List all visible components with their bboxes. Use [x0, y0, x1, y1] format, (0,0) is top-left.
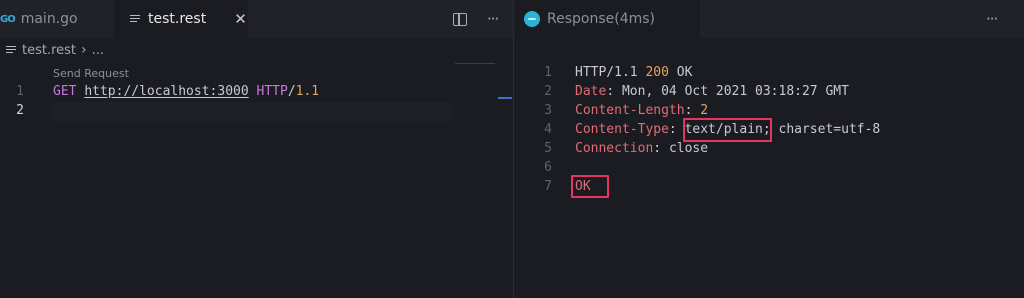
- more-actions-icon[interactable]: ···: [986, 10, 998, 28]
- header-value: 2: [700, 103, 709, 118]
- tab-main-go[interactable]: GO main.go: [0, 0, 113, 38]
- left-tab-bar: GO main.go test.rest ✕ ···: [0, 0, 513, 38]
- line-number: 1: [544, 65, 552, 80]
- breadcrumb-file[interactable]: test.rest: [22, 43, 76, 58]
- header-colon: :: [606, 84, 622, 99]
- split-editor-icon[interactable]: [453, 12, 467, 26]
- http-method: GET: [53, 84, 77, 99]
- status-code: 200: [645, 65, 669, 80]
- more-actions-icon[interactable]: ···: [487, 10, 499, 28]
- header-name: Content-Length: [575, 103, 685, 118]
- status-protocol: HTTP/1.1: [575, 65, 638, 80]
- line-number: 4: [544, 122, 552, 137]
- right-editor-pane: Response(4ms) ··· 1 2 3 4 5 6 7 HTTP/1.1…: [514, 0, 1024, 298]
- left-editor-actions: ···: [453, 0, 499, 38]
- header-value: close: [668, 141, 709, 156]
- http-protocol: HTTP: [256, 84, 288, 99]
- overview-ruler-mark: [498, 97, 512, 99]
- line-number: 1: [16, 84, 24, 99]
- content-type-charset: charset=utf-8: [770, 122, 881, 137]
- breadcrumb-chevron-icon: ›: [81, 42, 87, 58]
- header-line: Date: Mon, 04 Oct 2021 03:18:27 GMT: [575, 84, 849, 99]
- header-name: Date: [575, 84, 607, 99]
- status-line: HTTP/1.1 200 OK: [575, 65, 692, 80]
- header-name: Connection: [575, 141, 654, 156]
- left-editor-pane: GO main.go test.rest ✕ ··· test.rest › .…: [0, 0, 513, 298]
- header-line: Connection: close: [575, 141, 708, 156]
- line-number: 3: [544, 103, 552, 118]
- line-number: 6: [544, 160, 552, 175]
- content-type-highlight-box: [683, 118, 772, 142]
- go-file-icon: GO: [0, 13, 16, 25]
- header-value: Mon, 04 Oct 2021 03:18:27 GMT: [621, 84, 849, 99]
- http-version: 1.1: [295, 84, 320, 99]
- rest-file-icon: [130, 14, 140, 24]
- response-body-highlight-box: [571, 175, 609, 198]
- tab-label: Response(4ms): [547, 11, 656, 27]
- line-number: 5: [544, 141, 552, 156]
- header-colon: :: [684, 103, 701, 118]
- send-request-codelens[interactable]: Send Request: [53, 67, 129, 80]
- right-editor-actions: ···: [986, 0, 998, 38]
- breadcrumb-more[interactable]: ...: [92, 43, 104, 58]
- minimap-indicator: [455, 63, 495, 64]
- header-colon: :: [653, 141, 669, 156]
- status-text: OK: [676, 65, 693, 80]
- right-tab-bar: Response(4ms) ···: [514, 0, 1024, 38]
- response-icon: [524, 11, 540, 27]
- rest-file-icon: [6, 45, 16, 55]
- tab-label: test.rest: [148, 11, 207, 27]
- protocol-slash: /: [287, 84, 296, 99]
- header-name: Content-Type: [575, 122, 669, 137]
- breadcrumb: test.rest › ...: [6, 42, 104, 58]
- request-line: GET http://localhost:3000 HTTP/1.1: [53, 84, 319, 99]
- tab-label: main.go: [20, 11, 78, 27]
- line-number: 7: [544, 179, 552, 194]
- tab-test-rest[interactable]: test.rest ✕: [114, 0, 248, 38]
- request-url[interactable]: http://localhost:3000: [84, 84, 248, 99]
- tab-response[interactable]: Response(4ms): [514, 0, 700, 38]
- line-number: 2: [544, 84, 552, 99]
- line-number: 2: [16, 103, 24, 118]
- close-tab-icon[interactable]: ✕: [234, 10, 247, 28]
- current-line-highlight: [52, 102, 452, 121]
- header-line: Content-Length: 2: [575, 103, 708, 118]
